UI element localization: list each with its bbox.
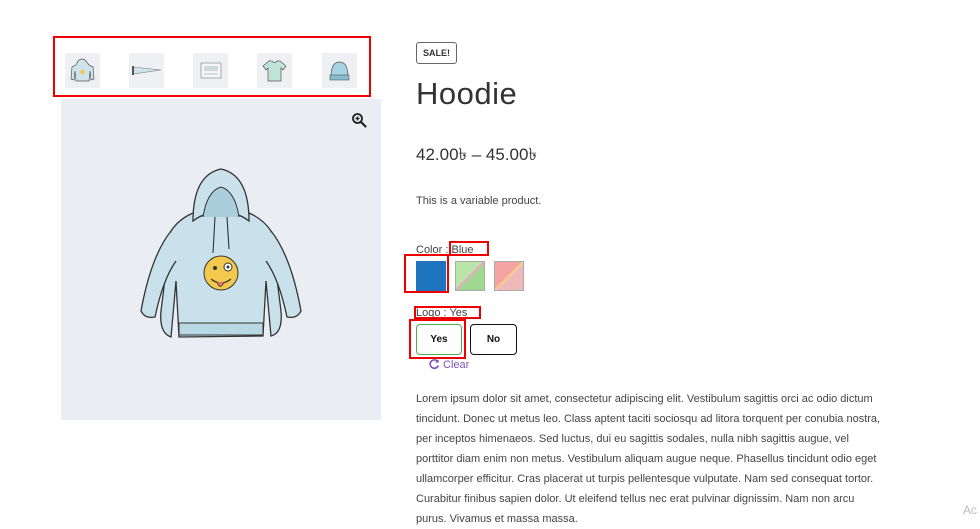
highlight-box bbox=[409, 319, 466, 359]
poster-icon bbox=[200, 62, 222, 79]
clear-label: Clear bbox=[443, 359, 470, 371]
tshirt-icon bbox=[262, 60, 287, 82]
highlight-box bbox=[414, 306, 481, 319]
beanie-icon bbox=[329, 61, 350, 81]
logo-option-no-button[interactable]: No bbox=[470, 324, 517, 355]
product-main-image[interactable] bbox=[61, 99, 381, 420]
color-swatch-red[interactable] bbox=[494, 261, 524, 291]
highlight-box bbox=[449, 241, 489, 256]
color-swatch-green[interactable] bbox=[455, 261, 485, 291]
poster-thumbnail[interactable] bbox=[193, 53, 228, 88]
highlight-box bbox=[404, 254, 449, 293]
cut-off-text: Ac bbox=[963, 503, 978, 517]
hoodie-thumbnail[interactable] bbox=[65, 53, 100, 88]
gallery-thumbnail-strip bbox=[53, 36, 371, 97]
clear-selection-link[interactable]: Clear bbox=[428, 358, 469, 371]
product-long-description: Lorem ipsum dolor sit amet, consectetur … bbox=[416, 393, 881, 525]
product-price: 42.00৳ – 45.00৳ bbox=[416, 145, 537, 164]
sale-badge: SALE! bbox=[416, 42, 457, 64]
product-title: Hoodie bbox=[416, 76, 518, 111]
pennant-thumbnail[interactable] bbox=[129, 53, 164, 88]
beanie-thumbnail[interactable] bbox=[322, 53, 357, 88]
magnifier-plus-icon[interactable] bbox=[351, 112, 367, 128]
hoodie-icon bbox=[70, 58, 95, 82]
product-short-description: This is a variable product. bbox=[416, 195, 542, 207]
refresh-icon bbox=[429, 359, 440, 370]
hoodie-icon bbox=[140, 168, 302, 338]
pennant-icon bbox=[132, 66, 162, 75]
tshirt-thumbnail[interactable] bbox=[257, 53, 292, 88]
